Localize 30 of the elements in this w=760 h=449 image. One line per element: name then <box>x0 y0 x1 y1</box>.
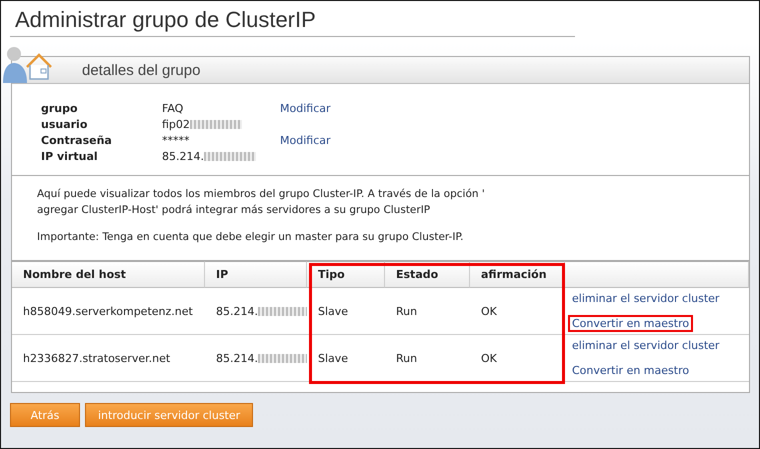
notice-text: Importante: Tenga en cuenta que debe elegir un master para su grupo Cluster-IP. <box>37 230 464 245</box>
info-text: Aquí puede visualizar todos los miembros del grupo Cluster-IP. A través de la opción ' agregar ClusterIP-Host' podrá integrar más servidores a su grupo ClusterIP <box>37 187 486 218</box>
field-value: ***** <box>162 134 190 147</box>
action-link[interactable]: eliminar el servidor cluster <box>568 290 724 307</box>
modify-link[interactable]: Modificar <box>280 102 330 115</box>
field-value: fip02 <box>162 118 190 131</box>
table-cell: Run <box>396 352 418 364</box>
table-cell: h2336827.stratoserver.net <box>23 352 170 364</box>
field-label: IP virtual <box>41 150 99 163</box>
field-value: 85.214. <box>162 150 204 163</box>
table-cell: Run <box>396 304 418 318</box>
modify-link[interactable]: Modificar <box>280 134 330 147</box>
field-label: Contraseña <box>41 134 113 147</box>
field-label: usuario <box>41 118 88 131</box>
table-cell: Slave <box>318 352 348 364</box>
field-value: FAQ <box>162 102 184 115</box>
column-header: IP <box>205 261 307 288</box>
action-link[interactable]: Convertir en maestro <box>568 315 694 332</box>
table-cell: OK <box>481 304 497 318</box>
action-link[interactable]: eliminar el servidor cluster <box>568 337 724 354</box>
action-link[interactable]: Convertir en maestro <box>568 362 694 379</box>
table-cell: OK <box>481 352 497 364</box>
table-cell: Slave <box>318 304 348 318</box>
panel-title: detalles del grupo <box>82 62 200 78</box>
column-header: Nombre del host <box>12 261 205 288</box>
table-cell: h858049.serverkompetenz.net <box>23 304 193 318</box>
table-cell: 85.214. <box>216 304 258 318</box>
field-label: grupo <box>41 102 79 115</box>
page-title: Administrar grupo de ClusterIP <box>10 7 575 37</box>
table-cell: 85.214. <box>216 352 258 364</box>
